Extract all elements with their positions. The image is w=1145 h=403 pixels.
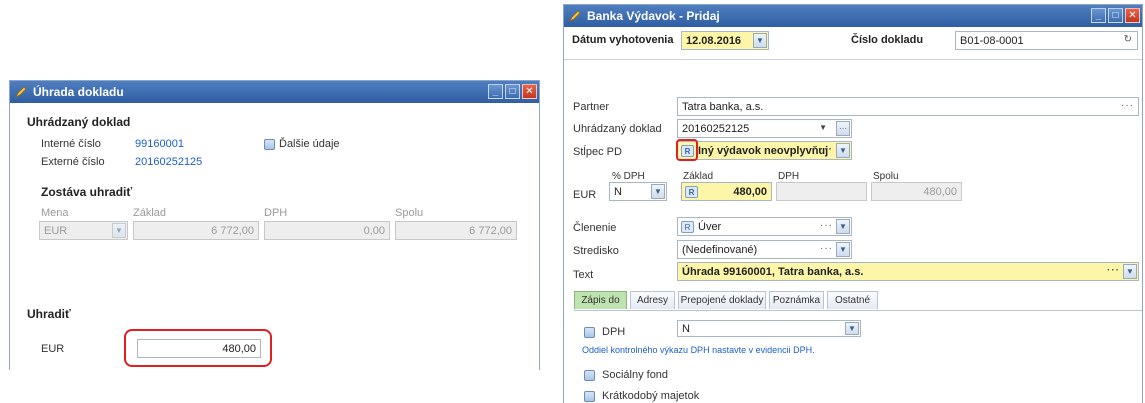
minimize-button[interactable]: _ [1091, 8, 1106, 23]
more-icon[interactable]: ··· [1107, 265, 1120, 276]
vat-select[interactable]: N ▼ [677, 320, 861, 337]
base-label: Základ [683, 171, 714, 182]
remaining-total-field: 6 772,00 [395, 221, 517, 240]
vat-amount-field [776, 182, 867, 201]
text-input[interactable]: Úhrada 99160001, Tatra banka, a.s. ··· ▼ [677, 262, 1139, 281]
close-button[interactable]: ✕ [1125, 8, 1140, 23]
checkbox-icon[interactable] [264, 138, 275, 150]
more-data-checkbox[interactable]: Ďalšie údaje [264, 138, 340, 150]
r-badge[interactable]: R [681, 220, 694, 233]
tab-bar: Zápis do Adresy Prepojené doklady Poznám… [574, 291, 1142, 310]
remaining-vat-field: 0,00 [264, 221, 390, 240]
section-paid-doc: Uhrádzaný doklad [27, 115, 131, 129]
total-label: Spolu [873, 171, 899, 182]
checkbox-icon[interactable] [584, 369, 595, 381]
chevron-down-icon[interactable]: ▼ [836, 242, 850, 257]
payment-window-title: Úhrada dokladu [33, 85, 124, 99]
col-vat: DPH [264, 207, 288, 219]
doc-no-input[interactable]: B01-08-0001 ↻ [955, 31, 1138, 50]
pencil-icon [569, 10, 581, 22]
short-asset-checkbox[interactable]: Krátkodobý majetok [584, 390, 699, 402]
currency-select: EUR ▼ [39, 221, 128, 240]
more-icon[interactable]: ··· [820, 243, 833, 254]
close-button[interactable]: ✕ [522, 84, 537, 99]
base-input[interactable]: R 480,00 [681, 182, 772, 201]
highlight-pay-amount [124, 329, 272, 367]
currency-value: EUR [44, 224, 68, 237]
payment-window: Úhrada dokladu _ □ ✕ Uhrádzaný doklad In… [9, 80, 540, 370]
tab-prepojene-doklady[interactable]: Prepojené doklady [678, 291, 766, 309]
more-icon[interactable]: ··· [820, 144, 833, 155]
tab-adresy[interactable]: Adresy [630, 291, 675, 309]
internal-no-value[interactable]: 99160001 [135, 138, 184, 150]
column-pd-input[interactable]: R Iný výdavok neovplyvňuj ··· ▼ [677, 141, 852, 160]
chevron-down-icon[interactable]: ▼ [836, 143, 850, 158]
tab-poznamka[interactable]: Poznámka [769, 291, 824, 309]
center-input[interactable]: (Nedefinované) ··· ▼ [677, 240, 852, 259]
vat-label: DPH [778, 171, 800, 182]
partner-label: Partner [573, 101, 610, 113]
short-asset-label: Krátkodobý majetok [602, 390, 700, 402]
pay-currency-label: EUR [41, 343, 65, 355]
more-icon[interactable]: ··· [836, 121, 850, 136]
section-pay: Uhradiť [27, 307, 71, 321]
external-no-label: Externé číslo [41, 156, 105, 168]
chevron-down-icon[interactable]: ▼ [651, 184, 665, 199]
more-icon[interactable]: ··· [1121, 100, 1134, 111]
currency-label: EUR [573, 189, 597, 201]
social-fund-checkbox[interactable]: Sociálny fond [584, 369, 668, 381]
maximize-button[interactable]: □ [505, 84, 520, 99]
section-remaining: Zostáva uhradiť [41, 185, 133, 199]
checkbox-icon[interactable] [584, 390, 595, 402]
chevron-down-icon[interactable]: ▼ [1123, 264, 1137, 279]
more-data-label: Ďalšie údaje [279, 138, 340, 150]
pencil-icon [15, 86, 27, 98]
division-input[interactable]: R Úver ··· ▼ [677, 217, 852, 236]
checkbox-icon[interactable] [584, 326, 595, 338]
bank-expense-titlebar[interactable]: Banka Výdavok - Pridaj _ □ ✕ [564, 5, 1142, 27]
date-label: Dátum vyhotovenia [572, 34, 674, 46]
vat-pct-label: % DPH [612, 171, 645, 182]
tab-ostatne[interactable]: Ostatné [827, 291, 878, 309]
tab-zapis-do[interactable]: Zápis do [574, 291, 627, 309]
r-badge[interactable]: R [685, 186, 698, 198]
chevron-down-icon: ▼ [112, 223, 126, 238]
social-fund-label: Sociálny fond [602, 369, 669, 381]
chevron-down-icon[interactable]: ▼ [753, 33, 767, 48]
center-label: Stredisko [573, 245, 619, 257]
paid-doc-label: Uhrádzaný doklad [573, 123, 662, 135]
maximize-button[interactable]: □ [1108, 8, 1123, 23]
bank-expense-window: Banka Výdavok - Pridaj _ □ ✕ Dátum vyhot… [563, 4, 1143, 403]
column-pd-label: Stĺpec PD [573, 146, 622, 158]
col-base: Základ [133, 207, 167, 219]
vat-pct-select[interactable]: N ▼ [609, 182, 667, 201]
minimize-button[interactable]: _ [488, 84, 503, 99]
internal-no-label: Interné číslo [41, 138, 101, 150]
header-divider [564, 59, 1142, 60]
external-no-value[interactable]: 20160252125 [135, 156, 202, 168]
chevron-down-icon[interactable]: ▼ [845, 322, 859, 335]
col-currency: Mena [41, 207, 69, 219]
col-total: Spolu [395, 207, 424, 219]
bank-expense-title: Banka Výdavok - Pridaj [587, 9, 720, 23]
more-icon[interactable]: ··· [820, 220, 833, 231]
chevron-down-icon[interactable]: ▼ [836, 219, 850, 234]
total-amount-field: 480,00 [871, 182, 962, 201]
vat-note: Oddiel kontrolného výkazu DPH nastavte v… [582, 345, 815, 355]
division-label: Členenie [573, 222, 617, 234]
doc-no-label: Číslo dokladu [851, 34, 924, 46]
vat-checkbox[interactable]: DPH [584, 326, 625, 338]
paid-doc-input[interactable]: 20160252125 ▼ ··· [677, 119, 852, 138]
payment-window-titlebar[interactable]: Úhrada dokladu _ □ ✕ [10, 81, 539, 103]
tab-panel-border [574, 310, 1142, 311]
highlight-r-badge [676, 139, 698, 161]
date-input[interactable]: 12.08.2016 ▼ [681, 31, 769, 50]
partner-input[interactable]: Tatra banka, a.s. ··· [677, 97, 1139, 116]
vat-checkbox-label: DPH [602, 326, 626, 338]
text-label: Text [573, 269, 594, 281]
refresh-icon[interactable]: ↻ [1124, 34, 1132, 45]
dropdown-arrow-icon[interactable]: ▼ [819, 123, 827, 132]
remaining-base-field: 6 772,00 [133, 221, 259, 240]
